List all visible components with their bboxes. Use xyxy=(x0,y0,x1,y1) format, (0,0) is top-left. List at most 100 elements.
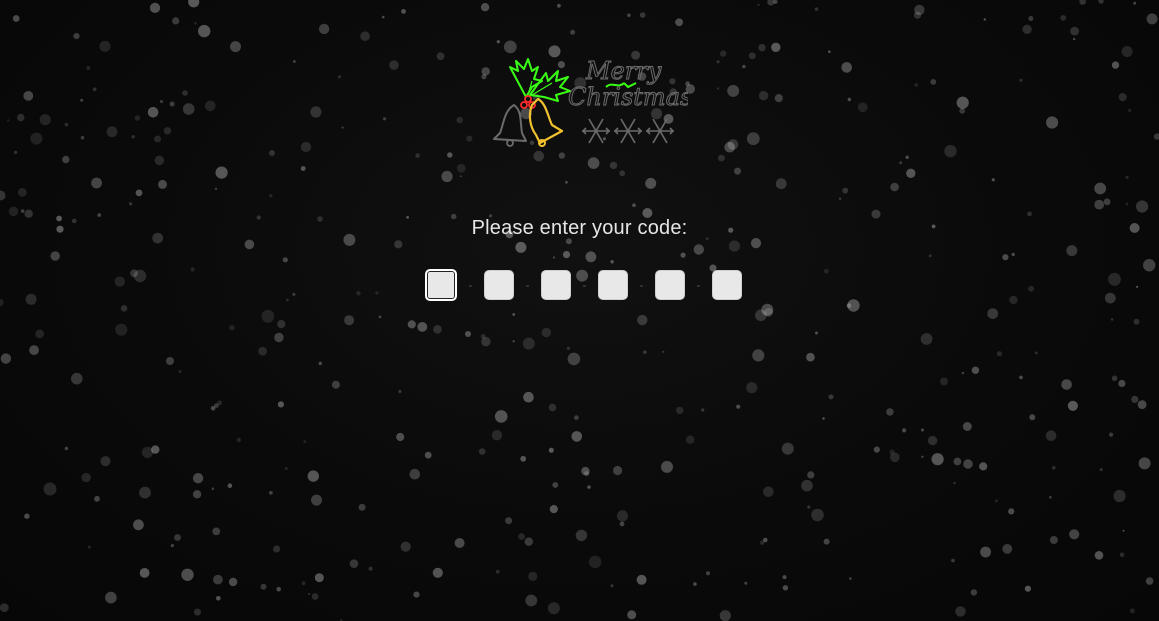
snowflake-dot xyxy=(814,7,819,11)
snowflake-dot xyxy=(64,446,69,451)
snowflake-dot xyxy=(139,486,151,499)
snowflake-dot xyxy=(1133,318,1140,325)
snowflake-dot xyxy=(1125,175,1129,179)
snowflake-dot xyxy=(166,357,174,365)
snowflake-dot xyxy=(133,519,144,531)
snowflake-dot xyxy=(99,40,111,52)
snowflake-dot xyxy=(1110,318,1114,321)
snowflake-dot xyxy=(131,135,135,139)
snowflake-dot xyxy=(886,408,894,416)
snowflake-dot xyxy=(746,382,758,394)
snowflake-dot xyxy=(627,13,631,17)
snowflake-dot xyxy=(873,446,880,453)
snowflake-dot xyxy=(1109,432,1114,437)
snowflake-dot xyxy=(752,349,765,362)
snowflake-dot xyxy=(64,122,69,127)
snowflake-dot xyxy=(1019,375,1023,380)
snowflake-dot xyxy=(147,107,159,118)
snowflake-dot xyxy=(413,591,420,598)
snowflake-dot xyxy=(587,485,591,489)
snowflake-dot xyxy=(565,180,568,184)
snowflake-dot xyxy=(30,132,43,145)
snowflake-dot xyxy=(847,97,851,102)
snowflake-dot xyxy=(174,534,181,541)
code-digit-5[interactable] xyxy=(655,270,685,300)
snowflake-dot xyxy=(921,455,924,458)
snowflake-dot xyxy=(1049,536,1058,544)
snowflake-dot xyxy=(1028,16,1034,21)
snowflake-dot xyxy=(1145,577,1154,585)
snowflake-dot xyxy=(520,455,527,462)
code-digit-4[interactable] xyxy=(598,270,628,300)
snowflake-dot xyxy=(400,541,411,552)
snowflake-dot xyxy=(424,451,432,459)
snowflake-dot xyxy=(394,240,403,249)
code-digit-2[interactable] xyxy=(484,270,514,300)
snowflake-dot xyxy=(1024,585,1031,592)
snowflake-dot xyxy=(1118,379,1126,388)
snowflake-dot xyxy=(456,116,464,124)
snowflake-dot xyxy=(828,50,831,53)
snowflake-dot xyxy=(619,170,626,177)
snowflake-dot xyxy=(192,473,204,484)
snowflake-dot xyxy=(276,586,282,592)
snowflake-dot xyxy=(914,4,925,16)
snowflake-dot xyxy=(571,431,583,442)
snowflake-dot xyxy=(356,290,361,296)
snowflake-dot xyxy=(575,529,588,542)
snowflake-dot xyxy=(314,573,324,583)
snowflake-dot xyxy=(913,11,922,19)
snowflake-dot xyxy=(734,167,741,175)
snowflake-dot xyxy=(1011,252,1015,257)
code-input-group: - - - - - xyxy=(425,269,742,301)
snowflake-dot xyxy=(80,98,84,102)
snowflake-dot xyxy=(417,322,428,332)
snowflake-dot xyxy=(260,583,267,590)
snowflake-dot xyxy=(758,43,766,52)
snowflake-dot xyxy=(318,361,322,366)
code-digit-6[interactable] xyxy=(712,270,742,300)
snowflake-dot xyxy=(214,403,219,408)
snowflake-dot xyxy=(389,60,399,70)
snowflake-dot xyxy=(491,430,503,441)
snowflake-dot xyxy=(360,31,370,41)
snowflake-dot xyxy=(1094,551,1104,560)
snowflake-dot xyxy=(584,471,590,477)
snowflake-dot xyxy=(763,537,768,543)
snowflake-dot xyxy=(194,21,197,25)
snowflake-dot xyxy=(956,96,969,109)
snowflake-dot xyxy=(728,240,741,252)
snowflake-dot xyxy=(980,546,991,558)
snowflake-dot xyxy=(557,3,561,8)
snowflake-dot xyxy=(17,113,25,122)
snowflake-dot xyxy=(902,428,907,433)
snowflake-dot xyxy=(552,482,559,488)
snowflake-dot xyxy=(619,521,625,527)
snowflake-dot xyxy=(549,505,558,514)
snowflake-dot xyxy=(87,545,91,549)
snowflake-dot xyxy=(17,188,27,197)
snowflake-dot xyxy=(214,187,218,190)
snowflake-dot xyxy=(151,445,160,454)
snowflake-icon xyxy=(581,118,675,144)
holly-icon xyxy=(509,58,571,102)
snowflake-dot xyxy=(310,106,322,118)
code-digit-1[interactable] xyxy=(425,269,457,301)
code-digit-3[interactable] xyxy=(541,270,571,300)
snowflake-dot xyxy=(920,333,933,345)
snowflake-dot xyxy=(806,352,815,362)
snowflake-dot xyxy=(940,377,948,386)
snowflake-dot xyxy=(216,596,221,601)
snowflake-dot xyxy=(781,442,794,455)
snowflake-dot xyxy=(269,491,273,495)
snowflake-dot xyxy=(495,569,500,574)
code-separator: - xyxy=(696,278,701,292)
snowflake-dot xyxy=(736,404,741,409)
snowflake-dot xyxy=(459,175,462,178)
snowflake-dot xyxy=(375,291,379,295)
snowflake-dot xyxy=(991,178,995,182)
snowflake-dot xyxy=(81,472,91,483)
snowflake-dot xyxy=(154,135,162,143)
snowflake-dot xyxy=(129,202,133,206)
snowflake-dot xyxy=(182,90,188,96)
